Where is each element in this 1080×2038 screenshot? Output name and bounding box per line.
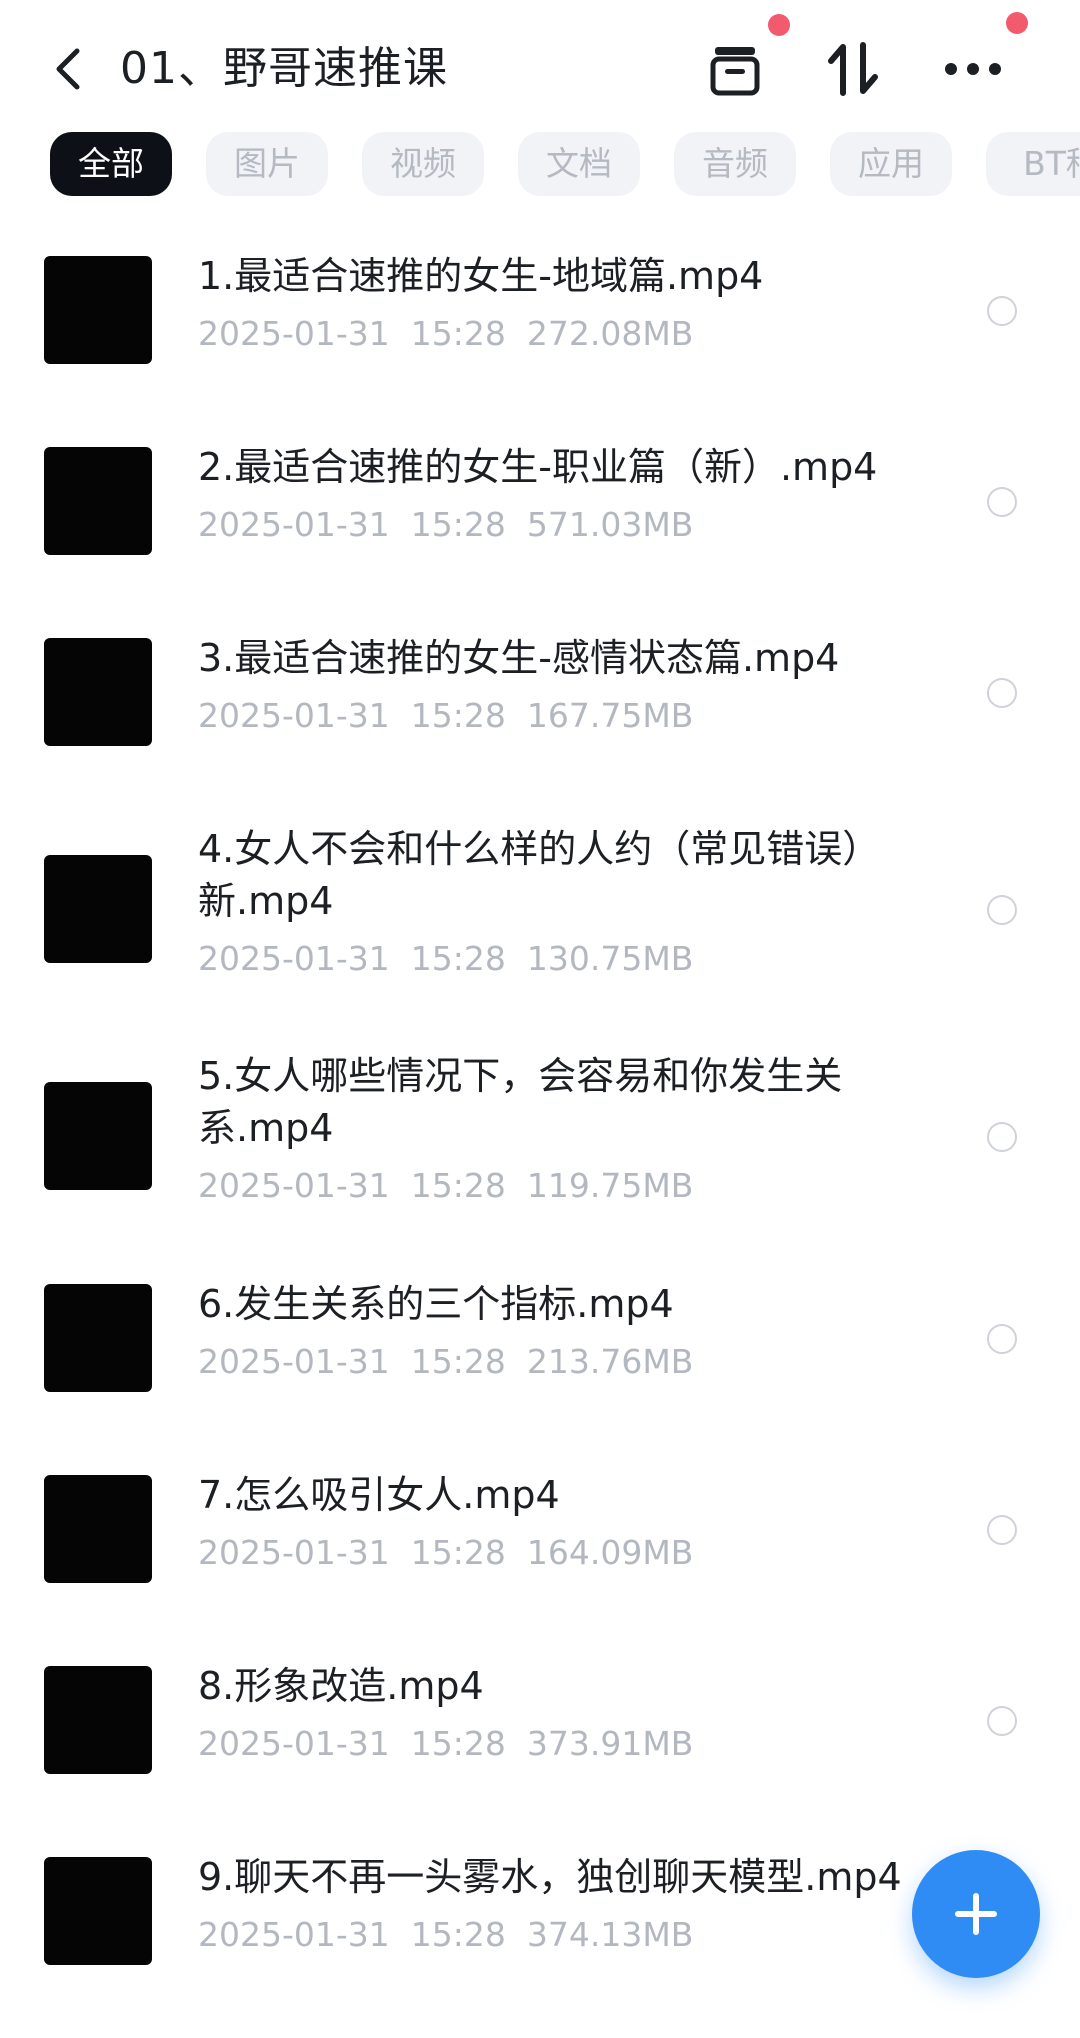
- file-name: 2.最适合速推的女生-职业篇（新）.mp4: [198, 445, 878, 489]
- file-name: 9.聊天不再一头雾水，独创聊天模型.mp4: [198, 1855, 902, 1899]
- select-radio[interactable]: [987, 1122, 1017, 1152]
- file-name: 4.女人不会和什么样的人约（常见错误）新.mp4: [198, 827, 881, 923]
- file-name: 3.最适合速推的女生-感情状态篇.mp4: [198, 636, 840, 680]
- select-radio[interactable]: [987, 895, 1017, 925]
- file-meta: 2025-01-31 15:28 164.09MB: [198, 1533, 694, 1572]
- plus-icon: [955, 1893, 997, 1935]
- video-thumbnail: [44, 447, 152, 555]
- file-name: 1.最适合速推的女生-地域篇.mp4: [198, 254, 764, 298]
- select-radio[interactable]: [987, 1324, 1017, 1354]
- select-radio[interactable]: [987, 296, 1017, 326]
- file-meta: 2025-01-31 15:28 571.03MB: [198, 505, 694, 544]
- video-thumbnail: [44, 1284, 152, 1392]
- archive-button[interactable]: [700, 34, 770, 104]
- file-meta: 2025-01-31 15:28 213.76MB: [198, 1342, 694, 1381]
- filter-videos[interactable]: 视频: [362, 132, 484, 196]
- filter-all[interactable]: 全部: [50, 132, 172, 196]
- more-badge: [1006, 12, 1028, 34]
- file-meta: 2025-01-31 15:28 272.08MB: [198, 314, 694, 353]
- top-bar: 01、野哥速推课: [0, 0, 1080, 140]
- sort-button[interactable]: [818, 34, 888, 104]
- video-thumbnail: [44, 1666, 152, 1774]
- filter-documents[interactable]: 文档: [518, 132, 640, 196]
- file-meta: 2025-01-31 15:28 374.13MB: [198, 1915, 694, 1954]
- sort-icon: [828, 42, 878, 96]
- more-icon: [945, 63, 1001, 75]
- select-radio[interactable]: [987, 678, 1017, 708]
- filter-apps[interactable]: 应用: [830, 132, 952, 196]
- file-meta: 2025-01-31 15:28 130.75MB: [198, 939, 694, 978]
- archive-icon: [710, 47, 760, 96]
- file-name: 5.女人哪些情况下，会容易和你发生关系.mp4: [198, 1054, 843, 1150]
- filter-images[interactable]: 图片: [206, 132, 328, 196]
- file-name: 8.形象改造.mp4: [198, 1664, 484, 1708]
- video-thumbnail: [44, 256, 152, 364]
- select-radio[interactable]: [987, 487, 1017, 517]
- file-meta: 2025-01-31 15:28 119.75MB: [198, 1166, 694, 1205]
- file-name: 6.发生关系的三个指标.mp4: [198, 1282, 674, 1326]
- select-radio[interactable]: [987, 1515, 1017, 1545]
- more-button[interactable]: [938, 34, 1008, 104]
- filter-tabs: 全部 图片 视频 文档 音频 应用 BT种: [0, 132, 1080, 198]
- back-button[interactable]: [36, 34, 100, 104]
- file-meta: 2025-01-31 15:28 373.91MB: [198, 1724, 694, 1763]
- select-radio[interactable]: [987, 1706, 1017, 1736]
- page-title: 01、野哥速推课: [120, 43, 448, 94]
- filter-audio[interactable]: 音频: [674, 132, 796, 196]
- video-thumbnail: [44, 1475, 152, 1583]
- video-thumbnail: [44, 1857, 152, 1965]
- video-thumbnail: [44, 855, 152, 963]
- file-name: 7.怎么吸引女人.mp4: [198, 1473, 560, 1517]
- file-meta: 2025-01-31 15:28 167.75MB: [198, 696, 694, 735]
- add-button[interactable]: [912, 1850, 1040, 1978]
- filter-bt[interactable]: BT种: [986, 132, 1080, 196]
- archive-badge: [768, 14, 790, 36]
- video-thumbnail: [44, 1082, 152, 1190]
- back-icon: [56, 48, 80, 90]
- video-thumbnail: [44, 638, 152, 746]
